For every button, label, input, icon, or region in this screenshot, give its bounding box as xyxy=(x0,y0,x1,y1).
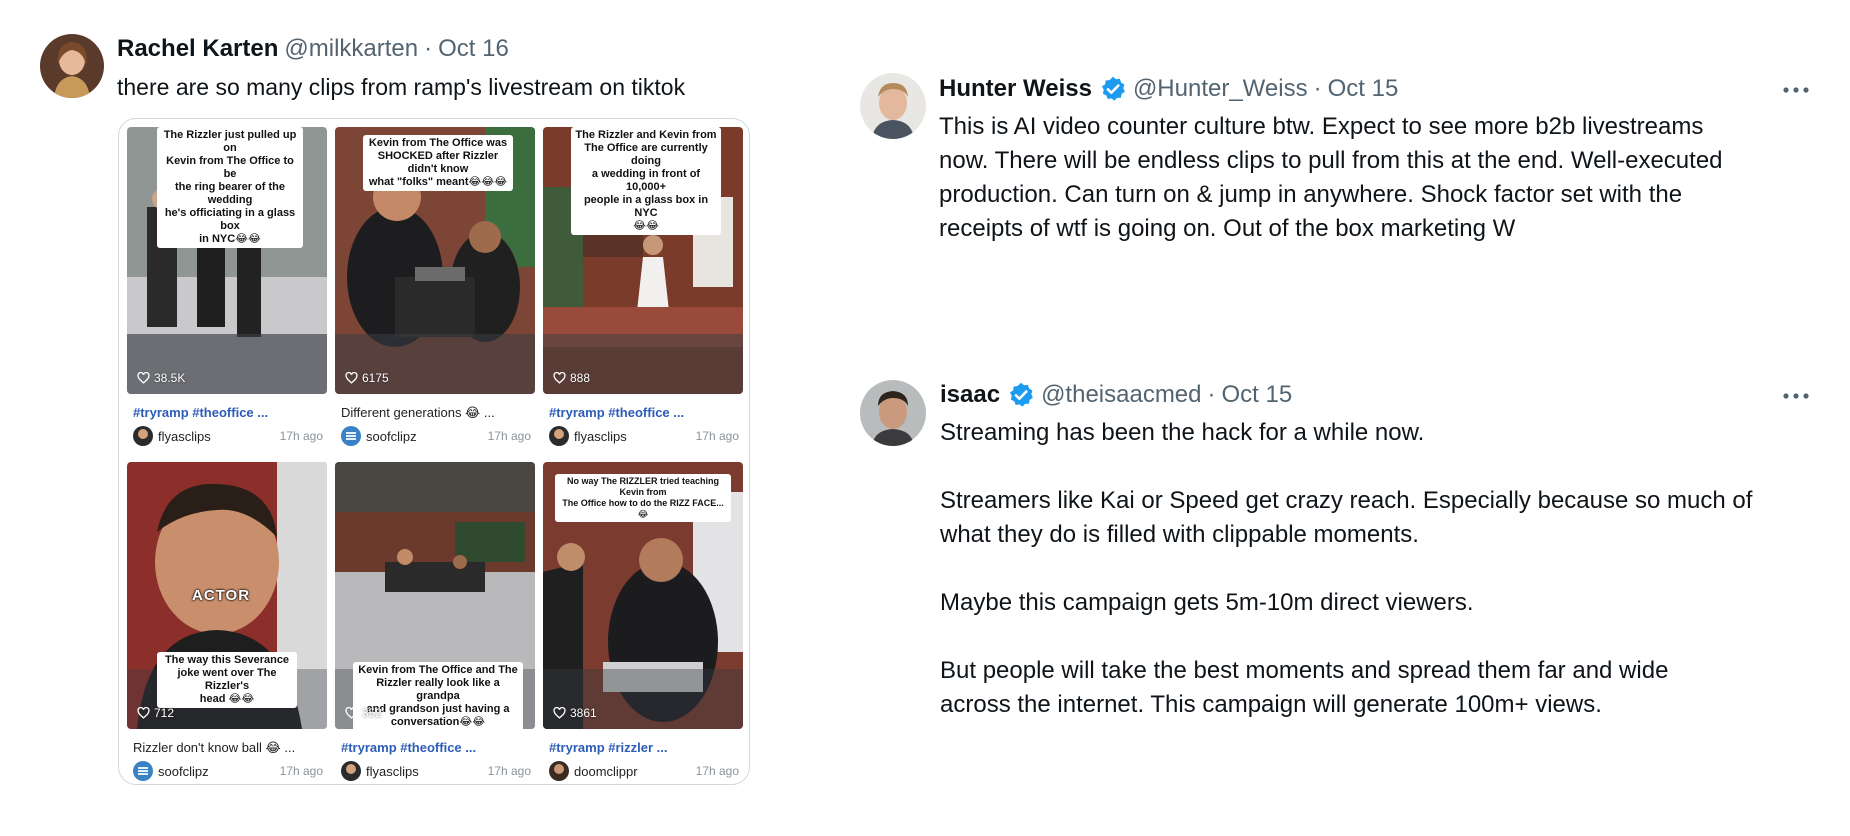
creator-avatar[interactable] xyxy=(341,426,361,446)
verified-badge-icon xyxy=(1099,75,1127,103)
separator: · xyxy=(1313,75,1322,102)
like-count: 712 xyxy=(137,706,174,720)
creator-avatar[interactable] xyxy=(549,761,569,781)
like-count: 3861 xyxy=(553,706,597,720)
avatar-hunter[interactable] xyxy=(860,73,926,139)
separator: · xyxy=(1207,381,1216,408)
clip-meta: flyasclips 17h ago xyxy=(341,761,535,781)
author-handle[interactable]: @theisaacmed xyxy=(1041,381,1201,409)
separator: · xyxy=(424,35,433,62)
clip-caption: The way this Severance joke went over The… xyxy=(157,652,297,708)
more-options-icon[interactable] xyxy=(1781,80,1811,100)
clip-caption: Kevin from The Office was SHOCKED after R… xyxy=(363,135,513,191)
tweet2-text: This is AI video counter culture btw. Ex… xyxy=(939,113,1723,242)
creator-avatar[interactable] xyxy=(133,426,153,446)
tweet-date[interactable]: Oct 16 xyxy=(438,35,509,63)
author-handle[interactable]: @milkkarten xyxy=(284,35,418,63)
creator-name[interactable]: flyasclips xyxy=(158,429,211,444)
like-count: 6175 xyxy=(345,371,389,385)
heart-icon xyxy=(137,372,150,384)
clip-title[interactable]: #tryramp #theoffice ... xyxy=(133,405,268,420)
clip-thumbnail[interactable]: No way The RIZZLER tried teaching Kevin … xyxy=(543,462,743,729)
clip-time: 17h ago xyxy=(279,429,323,443)
tweet3-text: Streaming has been the hack for a while … xyxy=(940,419,1753,718)
clip-time: 17h ago xyxy=(695,764,739,778)
like-count: 352 xyxy=(345,706,382,720)
heart-icon xyxy=(553,707,566,719)
clip-time: 17h ago xyxy=(487,429,531,443)
clip-thumbnail[interactable]: The Rizzler and Kevin from The Office are… xyxy=(543,127,743,394)
overlay-label: ACTOR xyxy=(192,587,251,604)
creator-name[interactable]: doomclippr xyxy=(574,764,638,779)
creator-name[interactable]: flyasclips xyxy=(366,764,419,779)
tweet1-text: there are so many clips from ramp's live… xyxy=(117,74,686,100)
tweet1-header: Rachel Karten @milkkarten · Oct 16 xyxy=(117,34,509,64)
heart-icon xyxy=(553,372,566,384)
tweet-date[interactable]: Oct 15 xyxy=(1222,381,1293,409)
like-count: 38.5K xyxy=(137,371,185,385)
clip-meta: soofclipz 17h ago xyxy=(341,426,535,446)
tweet3-header: isaac @theisaacmed · Oct 15 xyxy=(940,380,1292,410)
clip-meta: flyasclips 17h ago xyxy=(549,426,743,446)
like-count: 888 xyxy=(553,371,590,385)
author-name[interactable]: Hunter Weiss xyxy=(939,75,1092,103)
creator-name[interactable]: flyasclips xyxy=(574,429,627,444)
avatar-rachel[interactable] xyxy=(40,34,104,98)
more-options-icon[interactable] xyxy=(1781,386,1811,406)
clip-caption: The Rizzler just pulled up on Kevin from … xyxy=(157,127,303,248)
heart-icon xyxy=(345,372,358,384)
clip-title[interactable]: #tryramp #theoffice ... xyxy=(549,405,684,420)
clip-grid: The Rizzler just pulled up on Kevin from … xyxy=(118,118,750,785)
heart-icon xyxy=(345,707,358,719)
verified-badge-icon xyxy=(1007,381,1035,409)
clip-meta: doomclippr 17h ago xyxy=(549,761,743,781)
avatar-isaac[interactable] xyxy=(860,380,926,446)
tweet-date[interactable]: Oct 15 xyxy=(1328,75,1399,103)
clip-time: 17h ago xyxy=(279,764,323,778)
creator-avatar[interactable] xyxy=(133,761,153,781)
author-handle[interactable]: @Hunter_Weiss xyxy=(1133,75,1308,103)
clip-caption: The Rizzler and Kevin from The Office are… xyxy=(571,127,721,235)
clip-time: 17h ago xyxy=(695,429,739,443)
clip-title[interactable]: #tryramp #theoffice ... xyxy=(341,740,476,755)
clip-title[interactable]: Rizzler don't know ball 😂 ... xyxy=(133,740,295,756)
author-name[interactable]: Rachel Karten xyxy=(117,35,278,63)
author-name[interactable]: isaac xyxy=(940,381,1000,409)
clip-meta: soofclipz 17h ago xyxy=(133,761,327,781)
clip-thumbnail[interactable]: Kevin from The Office and The Rizzler rea… xyxy=(335,462,535,729)
clip-thumbnail[interactable]: Kevin from The Office was SHOCKED after R… xyxy=(335,127,535,394)
creator-name[interactable]: soofclipz xyxy=(366,429,417,444)
clip-title[interactable]: Different generations 😂 ... xyxy=(341,405,495,421)
clip-caption: No way The RIZZLER tried teaching Kevin … xyxy=(555,474,731,522)
tweet2-header: Hunter Weiss @Hunter_Weiss · Oct 15 xyxy=(939,74,1398,104)
creator-name[interactable]: soofclipz xyxy=(158,764,209,779)
clip-meta: flyasclips 17h ago xyxy=(133,426,327,446)
clip-title[interactable]: #tryramp #rizzler ... xyxy=(549,740,668,755)
clip-thumbnail[interactable]: The Rizzler just pulled up on Kevin from … xyxy=(127,127,327,394)
creator-avatar[interactable] xyxy=(341,761,361,781)
clip-time: 17h ago xyxy=(487,764,531,778)
creator-avatar[interactable] xyxy=(549,426,569,446)
clip-thumbnail[interactable]: ACTOR The way this Severance joke went ov… xyxy=(127,462,327,729)
heart-icon xyxy=(137,707,150,719)
